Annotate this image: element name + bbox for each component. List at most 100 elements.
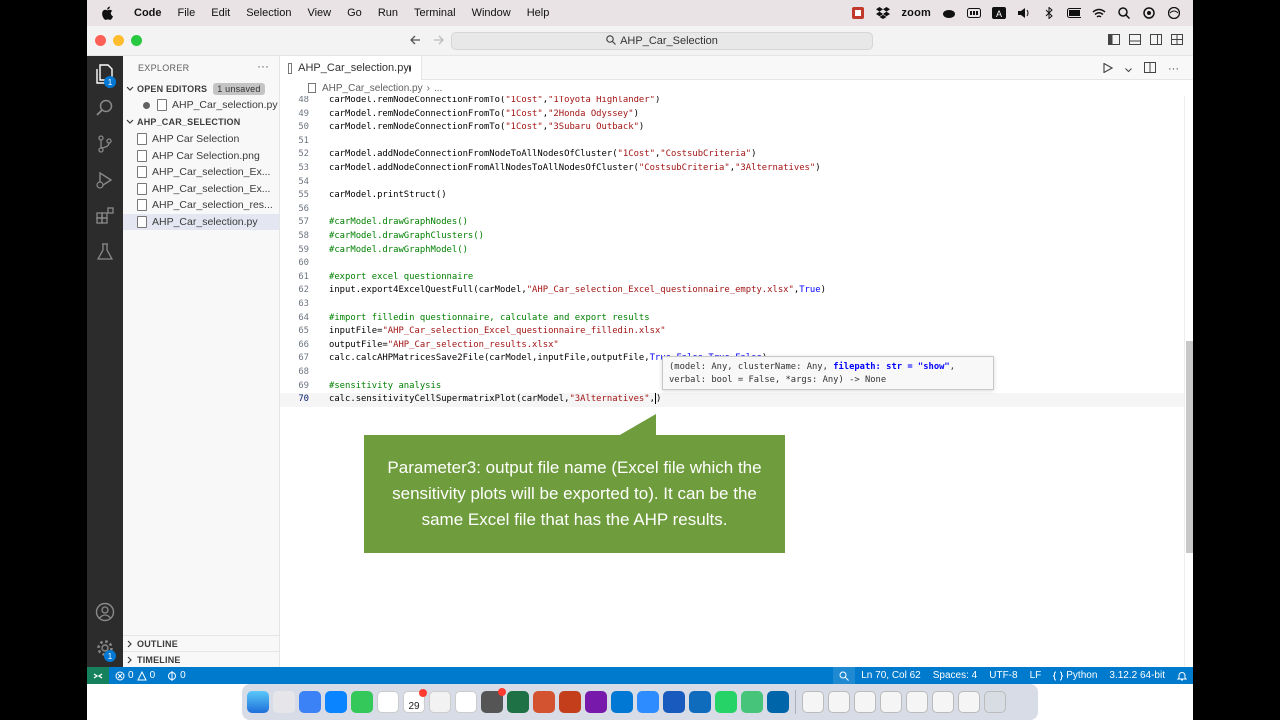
- file-item[interactable]: AHP_Car_selection_res...: [123, 197, 279, 213]
- code-line[interactable]: 51: [280, 135, 1184, 149]
- file-item[interactable]: AHP Car Selection.png: [123, 148, 279, 164]
- source-control-icon[interactable]: [95, 134, 115, 154]
- outlook-icon[interactable]: [689, 691, 711, 713]
- code-line[interactable]: 49 carModel.remNodeConnectionFromTo("1Cos…: [280, 108, 1184, 122]
- more-actions-icon[interactable]: ···: [1168, 63, 1179, 75]
- code-line[interactable]: 53 carModel.addNodeConnectionFromAllNodes…: [280, 162, 1184, 176]
- editor-tab[interactable]: AHP_Car_selection.py: [280, 56, 422, 80]
- code-line[interactable]: 60: [280, 257, 1184, 271]
- calendar-icon[interactable]: 29: [403, 689, 427, 713]
- code-line-current[interactable]: 70 calc.sensitivityCellSupermatrixPlot(ca…: [280, 393, 1184, 407]
- python-interpreter[interactable]: 3.12.2 64-bit: [1103, 670, 1171, 681]
- recent-window-2[interactable]: [828, 691, 850, 713]
- code-line[interactable]: 56: [280, 203, 1184, 217]
- file-item-selected[interactable]: AHP_Car_selection.py: [123, 214, 279, 230]
- indentation[interactable]: Spaces: 4: [927, 670, 983, 681]
- more-actions-icon[interactable]: ···: [257, 59, 269, 73]
- file-item[interactable]: AHP_Car_selection_Ex...: [123, 181, 279, 197]
- code-line[interactable]: 62 input.export4ExcelQuestFull(carModel,"…: [280, 284, 1184, 298]
- menu-edit[interactable]: Edit: [203, 7, 238, 19]
- testing-icon[interactable]: [95, 242, 115, 262]
- problems-indicator[interactable]: 0 0: [109, 670, 161, 681]
- cloud-icon[interactable]: [942, 7, 956, 19]
- code-line[interactable]: 50 carModel.remNodeConnectionFromTo("1Cos…: [280, 121, 1184, 135]
- folder-section[interactable]: AHP_CAR_SELECTION: [123, 114, 280, 130]
- breadcrumb-more[interactable]: ...: [434, 83, 442, 94]
- menu-view[interactable]: View: [299, 7, 339, 19]
- vscode-icon[interactable]: [767, 691, 789, 713]
- accounts-icon[interactable]: [95, 602, 115, 622]
- zoom-window-button[interactable]: [131, 35, 142, 46]
- preview-icon[interactable]: [429, 691, 451, 713]
- apple-icon[interactable]: [100, 6, 114, 20]
- scrollbar-thumb[interactable]: [1186, 341, 1193, 553]
- language-mode[interactable]: Python: [1047, 670, 1103, 681]
- reminders-icon[interactable]: [455, 691, 477, 713]
- code-line[interactable]: 55 carModel.printStruct(): [280, 189, 1184, 203]
- minimize-window-button[interactable]: [113, 35, 124, 46]
- excel-icon[interactable]: [507, 691, 529, 713]
- search-activity-icon[interactable]: [95, 98, 115, 118]
- volume-icon[interactable]: [1017, 7, 1031, 19]
- zoom-app-icon[interactable]: [637, 691, 659, 713]
- forward-arrow-icon[interactable]: [433, 34, 445, 49]
- zoom-status[interactable]: zoom: [901, 7, 931, 19]
- menu-window[interactable]: Window: [464, 7, 519, 19]
- acrobat-icon[interactable]: [559, 691, 581, 713]
- code-line[interactable]: 61 #export excel questionnaire: [280, 271, 1184, 285]
- code-line[interactable]: 54: [280, 176, 1184, 190]
- breadcrumb-file[interactable]: AHP_Car_selection.py: [322, 83, 423, 94]
- launchpad-icon[interactable]: [273, 691, 295, 713]
- timeline-section[interactable]: TIMELINE: [123, 651, 280, 667]
- recent-window-7[interactable]: [958, 691, 980, 713]
- code-line[interactable]: 57 #carModel.drawGraphNodes(): [280, 216, 1184, 230]
- recent-window-6[interactable]: [932, 691, 954, 713]
- recent-window-5[interactable]: [906, 691, 928, 713]
- word-icon[interactable]: [663, 691, 685, 713]
- zoom-indicator-icon[interactable]: [833, 667, 856, 684]
- code-line[interactable]: 65 inputFile="AHP_Car_selection_Excel_que…: [280, 325, 1184, 339]
- dropbox-icon[interactable]: [876, 7, 891, 19]
- customize-layout-icon[interactable]: [1171, 34, 1183, 48]
- recent-window-3[interactable]: [854, 691, 876, 713]
- onenote-icon[interactable]: [585, 691, 607, 713]
- unsaved-dot-icon[interactable]: [143, 101, 150, 109]
- finder-icon[interactable]: [247, 691, 269, 713]
- code-line[interactable]: 48 carModel.remNodeConnectionFromTo("1Cos…: [280, 96, 1184, 108]
- input-source-icon[interactable]: A: [992, 7, 1006, 19]
- powerpoint-icon[interactable]: [533, 691, 555, 713]
- recent-window-4[interactable]: [880, 691, 902, 713]
- split-editor-icon[interactable]: [1144, 62, 1156, 76]
- spotlight-icon[interactable]: [1117, 7, 1131, 19]
- bluetooth-icon[interactable]: [1042, 7, 1056, 19]
- menu-app-name[interactable]: Code: [126, 7, 170, 19]
- control-center-icon[interactable]: [1142, 7, 1156, 19]
- facetime-icon[interactable]: [741, 691, 763, 713]
- extensions-icon[interactable]: [95, 206, 115, 226]
- photos-icon[interactable]: [377, 691, 399, 713]
- end-of-line[interactable]: LF: [1024, 670, 1048, 681]
- outline-section[interactable]: OUTLINE: [123, 635, 280, 651]
- code-line[interactable]: 58 #carModel.drawGraphClusters(): [280, 230, 1184, 244]
- battery-icon[interactable]: [1067, 7, 1081, 19]
- menu-selection[interactable]: Selection: [238, 7, 299, 19]
- menu-terminal[interactable]: Terminal: [406, 7, 464, 19]
- toggle-secondary-sidebar-icon[interactable]: [1150, 34, 1162, 48]
- open-editors-section[interactable]: OPEN EDITORS 1 unsaved: [123, 81, 280, 97]
- close-window-button[interactable]: [95, 35, 106, 46]
- siri-icon[interactable]: [1167, 7, 1181, 19]
- battery-monitor-icon[interactable]: [967, 7, 981, 19]
- menu-run[interactable]: Run: [370, 7, 406, 19]
- ports-indicator[interactable]: 0: [161, 670, 192, 681]
- menu-file[interactable]: File: [170, 7, 204, 19]
- notifications-bell-icon[interactable]: [1171, 671, 1193, 681]
- mail-icon[interactable]: [299, 691, 321, 713]
- toggle-panel-icon[interactable]: [1129, 34, 1141, 48]
- modified-dot-icon[interactable]: [408, 64, 411, 72]
- command-center-search[interactable]: AHP_Car_Selection: [451, 32, 873, 50]
- chevron-down-icon[interactable]: [1125, 62, 1132, 76]
- menu-go[interactable]: Go: [339, 7, 370, 19]
- trash-icon[interactable]: [984, 691, 1006, 713]
- code-line[interactable]: 64 #import filledin questionnaire, calcul…: [280, 312, 1184, 326]
- back-arrow-icon[interactable]: [409, 34, 421, 49]
